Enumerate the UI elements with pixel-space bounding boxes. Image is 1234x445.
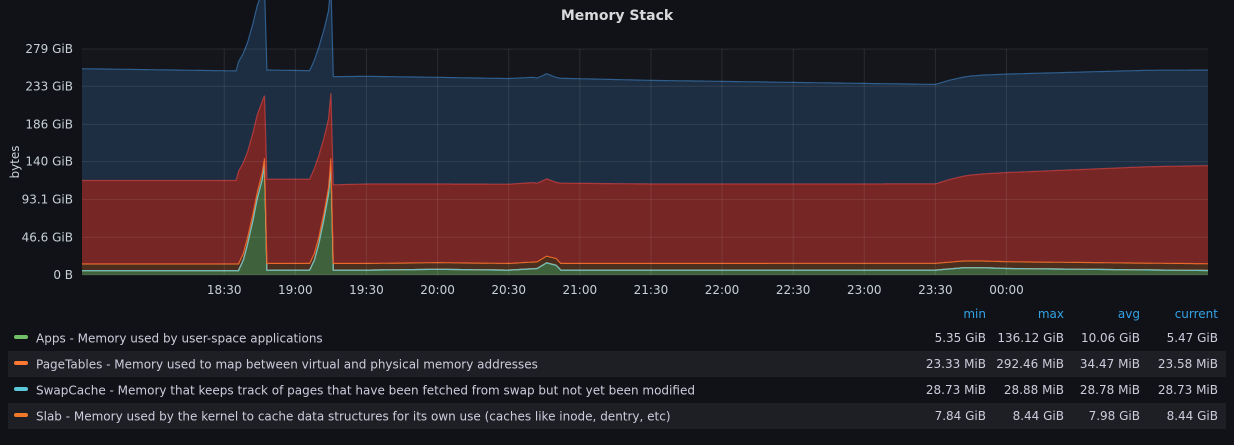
legend-header-row: min max avg current — [8, 303, 1226, 325]
legend-max: 292.46 MiB — [994, 351, 1072, 377]
y-tick-label: 233 GiB — [25, 79, 73, 93]
legend-swatch — [14, 413, 28, 418]
legend-min: 23.33 MiB — [914, 351, 994, 377]
legend-avg: 34.47 MiB — [1072, 351, 1148, 377]
legend-row[interactable]: Apps - Memory used by user-space applica… — [8, 325, 1226, 351]
y-tick-label: 46.6 GiB — [22, 230, 73, 244]
legend-header-max[interactable]: max — [994, 303, 1072, 325]
x-tick-label: 20:30 — [491, 283, 526, 297]
legend-max: 136.12 GiB — [997, 331, 1064, 345]
legend-swatch — [14, 335, 28, 340]
legend-row[interactable]: SwapCache - Memory that keeps track of p… — [8, 377, 1226, 403]
legend-row[interactable]: PageTables - Memory used to map between … — [8, 351, 1226, 377]
legend-min: 5.35 GiB — [934, 331, 986, 345]
x-tick-label: 00:00 — [989, 283, 1024, 297]
x-tick-label: 21:00 — [563, 283, 598, 297]
legend-max: 28.88 MiB — [1003, 383, 1064, 397]
legend-avg: 10.06 GiB — [1080, 331, 1140, 345]
y-tick-label: 279 GiB — [25, 42, 73, 56]
x-tick-label: 23:30 — [918, 283, 953, 297]
legend-header-min[interactable]: min — [914, 303, 994, 325]
legend-table: min max avg current Apps - Memory used b… — [8, 303, 1226, 429]
legend-current: 5.47 GiB — [1166, 331, 1218, 345]
legend-series-name[interactable]: SwapCache - Memory that keeps track of p… — [36, 383, 695, 397]
x-tick-label: 22:00 — [705, 283, 740, 297]
legend-min: 7.84 GiB — [914, 403, 994, 429]
x-tick-label: 20:00 — [420, 283, 455, 297]
y-tick-label: 93.1 GiB — [22, 193, 73, 207]
panel-title: Memory Stack — [560, 8, 674, 24]
legend-swatch — [14, 361, 28, 366]
x-tick-label: 22:30 — [776, 283, 811, 297]
legend-current: 8.44 GiB — [1148, 403, 1226, 429]
y-tick-label: 186 GiB — [25, 117, 73, 131]
legend-header-avg[interactable]: avg — [1072, 303, 1148, 325]
x-tick-label: 21:30 — [634, 283, 669, 297]
legend-series-name[interactable]: PageTables - Memory used to map between … — [36, 357, 538, 371]
x-tick-label: 23:00 — [847, 283, 882, 297]
legend-series-name[interactable]: Slab - Memory used by the kernel to cach… — [36, 409, 671, 423]
legend-swatch — [14, 387, 28, 392]
y-tick-label: 0 B — [53, 268, 73, 282]
legend-avg: 7.98 GiB — [1072, 403, 1148, 429]
legend-row[interactable]: Slab - Memory used by the kernel to cach… — [8, 403, 1226, 429]
x-tick-label: 18:30 — [207, 283, 242, 297]
legend-max: 8.44 GiB — [994, 403, 1072, 429]
legend-current: 23.58 MiB — [1148, 351, 1226, 377]
x-tick-label: 19:00 — [278, 283, 313, 297]
y-tick-label: 140 GiB — [25, 155, 73, 169]
legend-header-current[interactable]: current — [1148, 303, 1226, 325]
memory-stack-chart: 0 B 46.6 GiB 93.1 GiB 140 GiB 186 GiB 233 GiB… — [8, 0, 1208, 297]
legend-current: 28.73 MiB — [1157, 383, 1218, 397]
memory-stack-panel: 0 B 46.6 GiB 93.1 GiB 140 GiB 186 GiB 233 GiB… — [0, 0, 1234, 445]
legend-min: 28.73 MiB — [925, 383, 986, 397]
legend-avg: 28.78 MiB — [1079, 383, 1140, 397]
legend-series-name[interactable]: Apps - Memory used by user-space applica… — [36, 331, 323, 345]
x-tick-label: 19:30 — [349, 283, 384, 297]
y-axis-label: bytes — [8, 145, 22, 178]
